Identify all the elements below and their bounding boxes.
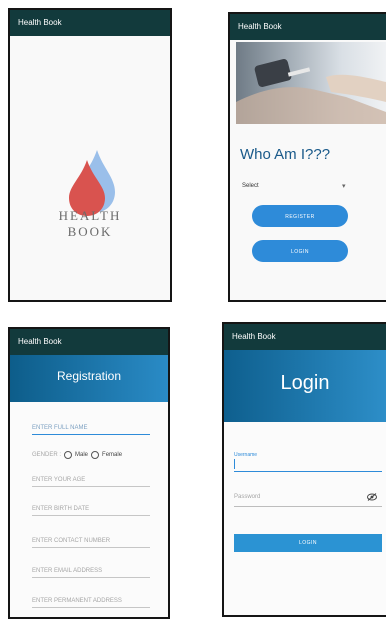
who-am-i-title: Who Am I??? xyxy=(240,146,331,163)
registration-title: Registration xyxy=(56,369,122,383)
contact-number-input[interactable]: ENTER CONTACT NUMBER xyxy=(32,538,150,548)
app-title: Health Book xyxy=(18,18,62,27)
female-label: Female xyxy=(102,452,123,458)
glucose-test-hero-image xyxy=(236,42,386,124)
username-input[interactable] xyxy=(234,459,235,469)
app-title: Health Book xyxy=(18,337,62,346)
app-title: Health Book xyxy=(238,22,282,31)
app-toolbar: Health Book xyxy=(230,14,386,40)
password-underline xyxy=(234,506,382,507)
birth-date-input[interactable]: ENTER BIRTH DATE xyxy=(32,506,150,516)
email-input[interactable]: ENTER EMAIL ADDRESS xyxy=(32,568,150,578)
login-header: Login xyxy=(224,350,386,422)
login-screen: Health Book Login Username Password LOGI… xyxy=(222,322,386,617)
login-button[interactable]: LOGIN xyxy=(234,534,382,552)
female-radio[interactable] xyxy=(91,451,100,459)
app-toolbar: Health Book xyxy=(10,10,170,36)
logo-text-book: BOOK xyxy=(67,224,113,239)
age-input[interactable]: ENTER YOUR AGE xyxy=(32,477,150,487)
splash-screen: Health Book HEALTH BOOK xyxy=(8,8,172,302)
full-name-input[interactable]: ENTER FULL NAME xyxy=(32,425,150,435)
gender-label: GENDER : xyxy=(32,452,62,458)
gender-row: GENDER : Male Female xyxy=(32,451,122,459)
registration-screen: Health Book Registration ENTER FULL NAME… xyxy=(8,327,170,619)
logo-text-health: HEALTH xyxy=(58,208,122,223)
password-input[interactable]: Password xyxy=(234,494,260,500)
eye-slash-icon[interactable] xyxy=(367,493,377,501)
registration-header: Registration xyxy=(10,355,168,402)
app-title: Health Book xyxy=(232,332,276,341)
login-title: Login xyxy=(280,372,330,394)
male-label: Male xyxy=(75,452,89,458)
male-radio[interactable] xyxy=(64,451,73,459)
hand-glucometer-illustration xyxy=(236,59,386,124)
app-toolbar: Health Book xyxy=(10,329,168,355)
username-underline xyxy=(234,471,382,472)
login-nav-button[interactable]: LOGIN xyxy=(252,240,348,262)
role-select[interactable]: Select xyxy=(242,183,259,189)
chevron-down-icon[interactable]: ▾ xyxy=(342,182,346,190)
app-toolbar: Health Book xyxy=(224,324,386,350)
who-am-i-screen: Health Book Who Am I??? Select ▾ REGISTE… xyxy=(228,12,386,302)
register-button[interactable]: REGISTER xyxy=(252,205,348,227)
address-input[interactable]: ENTER PERMANENT ADDRESS xyxy=(32,598,150,608)
username-label: Username xyxy=(234,452,258,458)
